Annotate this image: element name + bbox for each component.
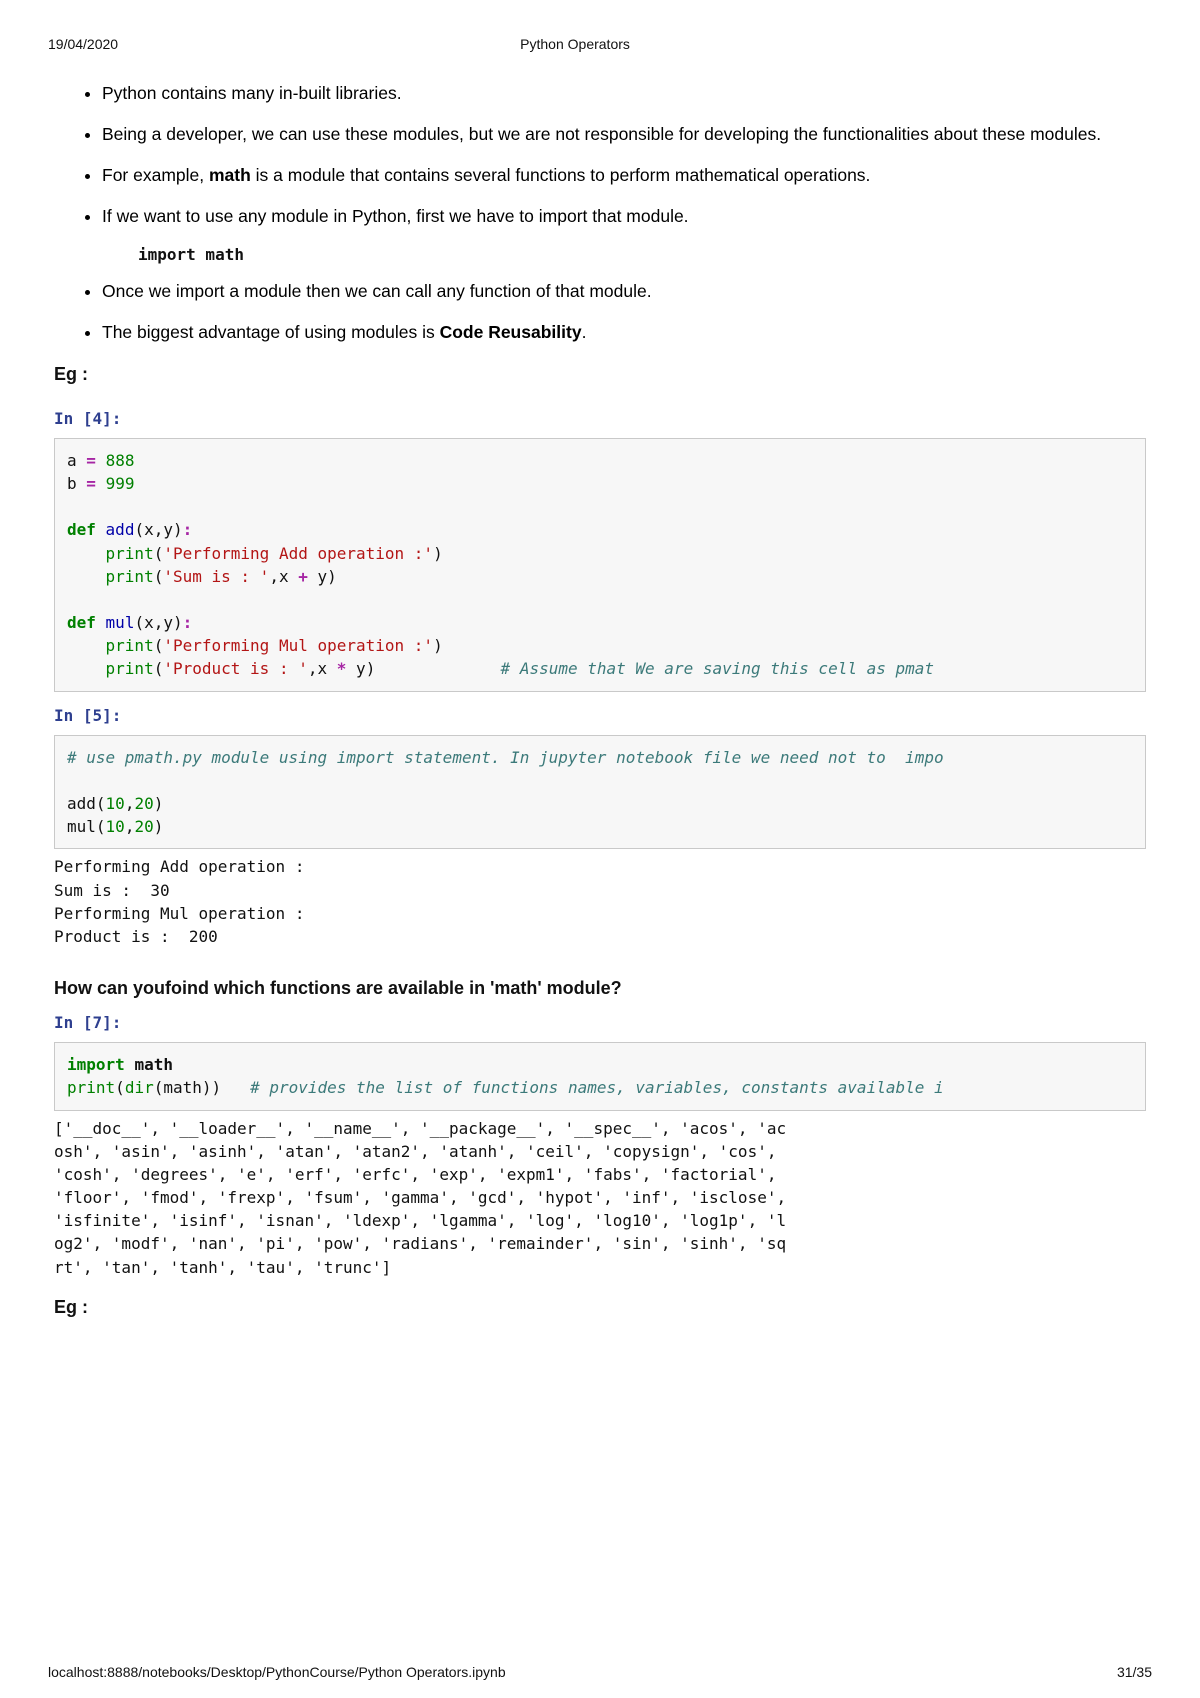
operator-star: * <box>337 659 347 678</box>
def-keyword: def <box>67 520 96 539</box>
var-ref: x <box>279 567 289 586</box>
number-literal: 10 <box>106 817 125 836</box>
code-cell-5[interactable]: # use pmath.py module using import state… <box>54 735 1146 850</box>
code-comment: # provides the list of functions names, … <box>250 1078 944 1097</box>
bullet-text: is a module that contains several functi… <box>251 165 871 185</box>
cell-5-output: Performing Add operation : Sum is : 30 P… <box>54 855 1146 948</box>
code-cell-7[interactable]: import math print(dir(math)) # provides … <box>54 1042 1146 1110</box>
number-literal: 888 <box>106 451 135 470</box>
string-literal: 'Sum is : ' <box>163 567 269 586</box>
list-item: Python contains many in-built libraries. <box>102 80 1146 107</box>
func-name: mul <box>106 613 135 632</box>
module-name: math <box>134 1055 173 1074</box>
list-item: The biggest advantage of using modules i… <box>102 319 1146 346</box>
header-date: 19/04/2020 <box>48 36 118 52</box>
print-builtin: print <box>106 636 154 655</box>
number-literal: 20 <box>134 817 153 836</box>
func-name: add <box>106 520 135 539</box>
code-cell-4[interactable]: a = 888 b = 999 def add(x,y): print('Per… <box>54 438 1146 692</box>
code-comment: # use pmath.py module using import state… <box>67 748 944 767</box>
string-literal: 'Product is : ' <box>163 659 308 678</box>
heading-how-find: How can youfoind which functions are ava… <box>54 978 1146 999</box>
number-literal: 20 <box>134 794 153 813</box>
bullet-bold-math: math <box>209 165 251 185</box>
page-header: 19/04/2020 Python Operators <box>48 36 1152 52</box>
post-import-bullets: Once we import a module then we can call… <box>54 278 1146 346</box>
var-name: b <box>67 474 77 493</box>
string-literal: 'Performing Mul operation :' <box>163 636 433 655</box>
call-name: mul <box>67 817 96 836</box>
content-body: Python contains many in-built libraries.… <box>48 80 1152 1318</box>
number-literal: 999 <box>106 474 135 493</box>
header-title: Python Operators <box>118 36 1032 52</box>
call-name: add <box>67 794 96 813</box>
def-keyword: def <box>67 613 96 632</box>
bullet-text: . <box>582 322 587 342</box>
var-name: a <box>67 451 77 470</box>
list-item: Once we import a module then we can call… <box>102 278 1146 305</box>
func-args: (x,y) <box>134 613 182 632</box>
example-label-2: Eg : <box>54 1297 1146 1318</box>
cell-prompt: In [5]: <box>54 706 1146 725</box>
func-args: (x,y) <box>134 520 182 539</box>
print-builtin: print <box>106 659 154 678</box>
list-item: If we want to use any module in Python, … <box>102 203 1146 230</box>
cell-prompt: In [4]: <box>54 409 1146 428</box>
footer-page-number: 31/35 <box>1117 1664 1152 1680</box>
operator-plus: + <box>298 567 308 586</box>
colon: : <box>183 613 193 632</box>
operator-equals: = <box>86 474 96 493</box>
footer-url: localhost:8888/notebooks/Desktop/PythonC… <box>48 1664 506 1680</box>
bullet-bold-reuse: Code Reusability <box>440 322 582 342</box>
print-builtin: print <box>67 1078 115 1097</box>
list-item: For example, math is a module that conta… <box>102 162 1146 189</box>
var-ref: y <box>318 567 328 586</box>
cell-7-output: ['__doc__', '__loader__', '__name__', '_… <box>54 1117 1146 1279</box>
list-item: Being a developer, we can use these modu… <box>102 121 1146 148</box>
bullet-text: The biggest advantage of using modules i… <box>102 322 440 342</box>
intro-bullets: Python contains many in-built libraries.… <box>54 80 1146 231</box>
dir-builtin: dir <box>125 1078 154 1097</box>
example-label: Eg : <box>54 364 1146 385</box>
number-literal: 10 <box>106 794 125 813</box>
bullet-text: For example, <box>102 165 209 185</box>
header-spacer <box>1032 36 1152 52</box>
print-builtin: print <box>106 567 154 586</box>
operator-equals: = <box>86 451 96 470</box>
import-code-line: import math <box>138 245 1146 264</box>
var-ref: x <box>317 659 327 678</box>
code-comment: # Assume that We are saving this cell as… <box>501 659 934 678</box>
colon: : <box>183 520 193 539</box>
import-keyword: import <box>67 1055 125 1074</box>
var-ref: y <box>356 659 366 678</box>
cell-prompt: In [7]: <box>54 1013 1146 1032</box>
page-footer: localhost:8888/notebooks/Desktop/PythonC… <box>48 1664 1152 1680</box>
dir-arg: math <box>163 1078 202 1097</box>
string-literal: 'Performing Add operation :' <box>163 544 433 563</box>
print-builtin: print <box>106 544 154 563</box>
